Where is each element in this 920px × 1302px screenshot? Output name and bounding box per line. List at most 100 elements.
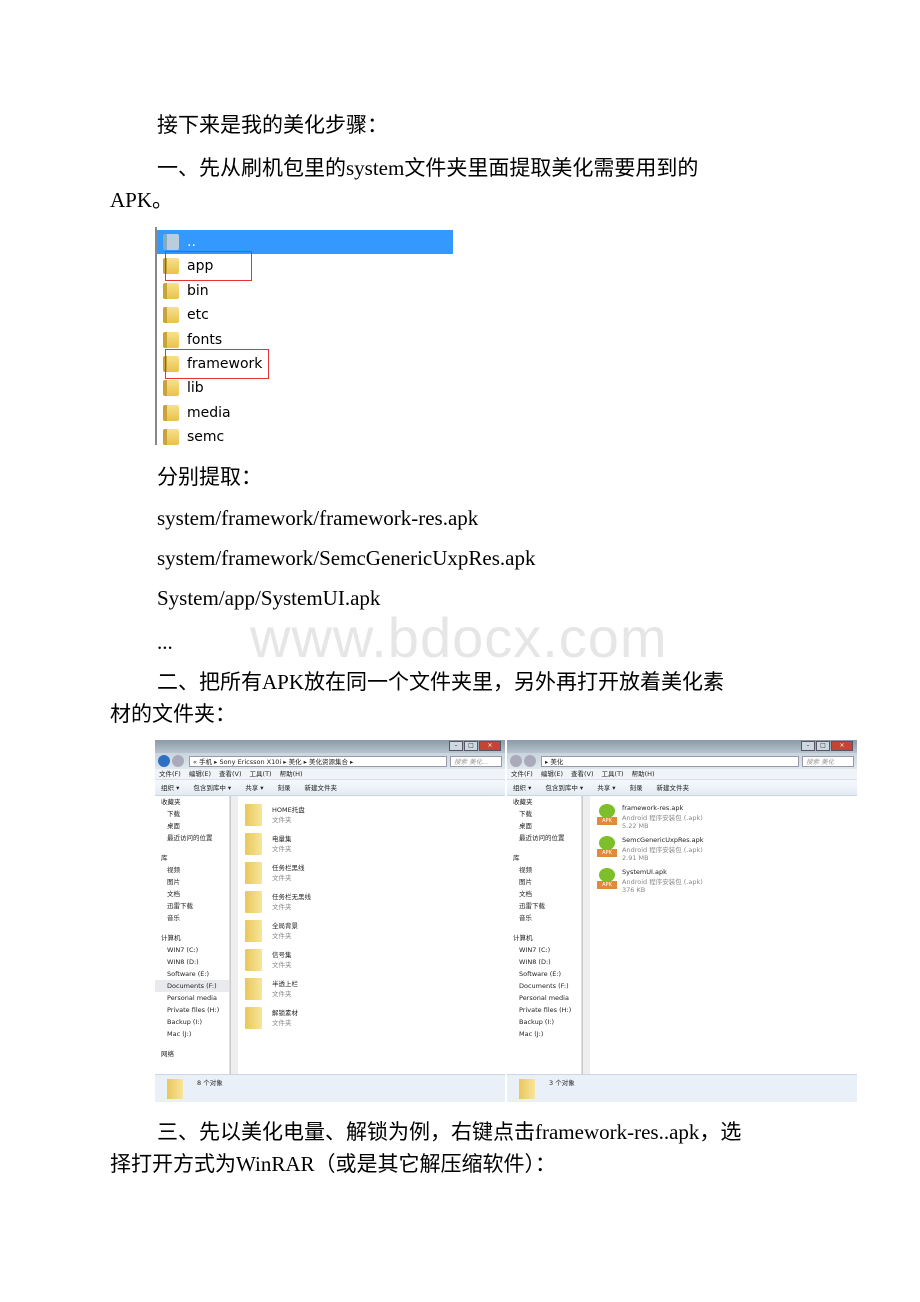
file-item[interactable]: 任务栏无黑线 文件夹 xyxy=(245,891,311,920)
folder-row[interactable]: .. xyxy=(157,230,453,254)
scrollbar[interactable] xyxy=(230,796,238,1074)
back-button[interactable] xyxy=(510,755,522,767)
nav-item[interactable]: Backup (I:) xyxy=(155,1016,229,1028)
nav-item[interactable]: 最近访问的位置 xyxy=(507,832,581,844)
toolbar-button[interactable]: 共享 ▾ xyxy=(597,780,615,795)
close-button[interactable]: × xyxy=(831,741,853,751)
nav-item[interactable]: 文档 xyxy=(507,888,581,900)
toolbar-button[interactable]: 新建文件夹 xyxy=(305,780,338,795)
toolbar-button[interactable]: 包含到库中 ▾ xyxy=(545,780,583,795)
nav-item[interactable]: 迅雷下载 xyxy=(155,900,229,912)
maximize-button[interactable]: □ xyxy=(816,741,830,751)
toolbar-button[interactable]: 新建文件夹 xyxy=(657,780,690,795)
folder-row[interactable]: lib xyxy=(163,376,453,400)
folder-row[interactable]: etc xyxy=(163,303,453,327)
menu-item[interactable]: 查看(V) xyxy=(571,769,594,779)
search-input[interactable]: 搜索 美化 xyxy=(802,755,854,767)
file-name: HOME托盘 xyxy=(272,806,305,814)
nav-item[interactable]: 计算机 xyxy=(155,932,229,944)
nav-item[interactable]: 文档 xyxy=(155,888,229,900)
nav-item[interactable]: 音乐 xyxy=(507,912,581,924)
nav-item[interactable]: WIN8 (D:) xyxy=(507,956,581,968)
nav-item[interactable]: 下载 xyxy=(507,808,581,820)
nav-item[interactable]: Backup (I:) xyxy=(507,1016,581,1028)
minimize-button[interactable]: – xyxy=(449,741,463,751)
maximize-button[interactable]: □ xyxy=(464,741,478,751)
nav-item[interactable]: 下载 xyxy=(155,808,229,820)
file-item[interactable]: APK SemcGenericUxpRes.apk Android 程序安装包 (.… xyxy=(597,836,704,868)
nav-item[interactable]: 图片 xyxy=(155,876,229,888)
toolbar-button[interactable]: 共享 ▾ xyxy=(245,780,263,795)
scrollbar[interactable] xyxy=(582,796,590,1074)
nav-item[interactable]: 计算机 xyxy=(507,932,581,944)
folder-row[interactable]: fonts xyxy=(163,328,453,352)
menu-item[interactable]: 工具(T) xyxy=(250,769,272,779)
nav-item[interactable]: Mac (J:) xyxy=(155,1028,229,1040)
nav-item[interactable]: WIN7 (C:) xyxy=(155,944,229,956)
nav-item[interactable]: 最近访问的位置 xyxy=(155,832,229,844)
file-item[interactable]: HOME托盘 文件夹 xyxy=(245,804,311,833)
menu-item[interactable]: 文件(F) xyxy=(159,769,181,779)
toolbar-button[interactable]: 组织 ▾ xyxy=(161,780,179,795)
file-item[interactable]: 全局背景 文件夹 xyxy=(245,920,311,949)
menu-item[interactable]: 文件(F) xyxy=(511,769,533,779)
explorer-window-left: – □ × « 手机 ▸ Sony Ericsson X10i ▸ 美化 ▸ 美化资源… xyxy=(155,740,505,1102)
file-item[interactable]: 电量集 文件夹 xyxy=(245,833,311,862)
back-button[interactable] xyxy=(158,755,170,767)
nav-item[interactable]: Mac (J:) xyxy=(507,1028,581,1040)
forward-button[interactable] xyxy=(524,755,536,767)
nav-item[interactable]: 收藏夹 xyxy=(507,796,581,808)
file-item[interactable]: 任务栏黑线 文件夹 xyxy=(245,862,311,891)
file-info: 全局背景 文件夹 xyxy=(272,920,298,940)
nav-item[interactable]: 视频 xyxy=(507,864,581,876)
forward-button[interactable] xyxy=(172,755,184,767)
nav-item[interactable]: Documents (F:) xyxy=(155,980,229,992)
nav-item[interactable]: Software (E:) xyxy=(507,968,581,980)
menu-item[interactable]: 帮助(H) xyxy=(632,769,655,779)
nav-item[interactable]: Private files (H:) xyxy=(155,1004,229,1016)
menu-item[interactable]: 编辑(E) xyxy=(189,769,211,779)
nav-item[interactable]: 库 xyxy=(155,852,229,864)
nav-item[interactable]: 桌面 xyxy=(155,820,229,832)
file-info: 任务栏黑线 文件夹 xyxy=(272,862,305,882)
nav-item[interactable]: 网络 xyxy=(155,1048,229,1060)
nav-item[interactable]: Personal media xyxy=(155,992,229,1004)
folder-row[interactable]: media xyxy=(163,401,453,425)
nav-item[interactable]: 迅雷下载 xyxy=(507,900,581,912)
nav-item[interactable]: 音乐 xyxy=(155,912,229,924)
file-item[interactable]: APK framework-res.apk Android 程序安装包 (.apk)… xyxy=(597,804,704,836)
minimize-button[interactable]: – xyxy=(801,741,815,751)
nav-item[interactable]: Personal media xyxy=(507,992,581,1004)
nav-item[interactable]: WIN7 (C:) xyxy=(507,944,581,956)
search-input[interactable]: 搜索 美化... xyxy=(450,755,502,767)
nav-item[interactable]: Private files (H:) xyxy=(507,1004,581,1016)
folder-row[interactable]: bin xyxy=(163,279,453,303)
breadcrumb[interactable]: ▸ 美化 xyxy=(541,755,799,767)
folder-row[interactable]: semc xyxy=(163,425,453,445)
close-button[interactable]: × xyxy=(479,741,501,751)
nav-item[interactable]: Documents (F:) xyxy=(507,980,581,992)
file-name: 任务栏无黑线 xyxy=(272,893,311,901)
file-item[interactable]: 半透上栏 文件夹 xyxy=(245,978,311,1007)
nav-item[interactable]: 收藏夹 xyxy=(155,796,229,808)
menu-item[interactable]: 查看(V) xyxy=(219,769,242,779)
toolbar-button[interactable]: 包含到库中 ▾ xyxy=(193,780,231,795)
menu-item[interactable]: 工具(T) xyxy=(602,769,624,779)
file-item[interactable]: 解锁素材 文件夹 xyxy=(245,1007,311,1036)
nav-item[interactable]: Software (E:) xyxy=(155,968,229,980)
nav-item[interactable]: 桌面 xyxy=(507,820,581,832)
nav-item[interactable]: 图片 xyxy=(507,876,581,888)
menu-item[interactable]: 帮助(H) xyxy=(280,769,303,779)
toolbar-button[interactable]: 组织 ▾ xyxy=(513,780,531,795)
nav-item[interactable]: 视频 xyxy=(155,864,229,876)
file-item[interactable]: 信号集 文件夹 xyxy=(245,949,311,978)
toolbar-button[interactable]: 刻录 xyxy=(630,780,643,795)
menu-item[interactable]: 编辑(E) xyxy=(541,769,563,779)
toolbar-button[interactable]: 刻录 xyxy=(278,780,291,795)
breadcrumb[interactable]: « 手机 ▸ Sony Ericsson X10i ▸ 美化 ▸ 美化资源集合 … xyxy=(189,755,447,767)
menu-bar: 文件(F) 编辑(E) 查看(V) 工具(T) 帮助(H) xyxy=(507,769,857,780)
nav-item[interactable]: WIN8 (D:) xyxy=(155,956,229,968)
nav-item[interactable]: 库 xyxy=(507,852,581,864)
file-item[interactable]: APK SystemUI.apk Android 程序安装包 (.apk) 376 K… xyxy=(597,868,704,900)
